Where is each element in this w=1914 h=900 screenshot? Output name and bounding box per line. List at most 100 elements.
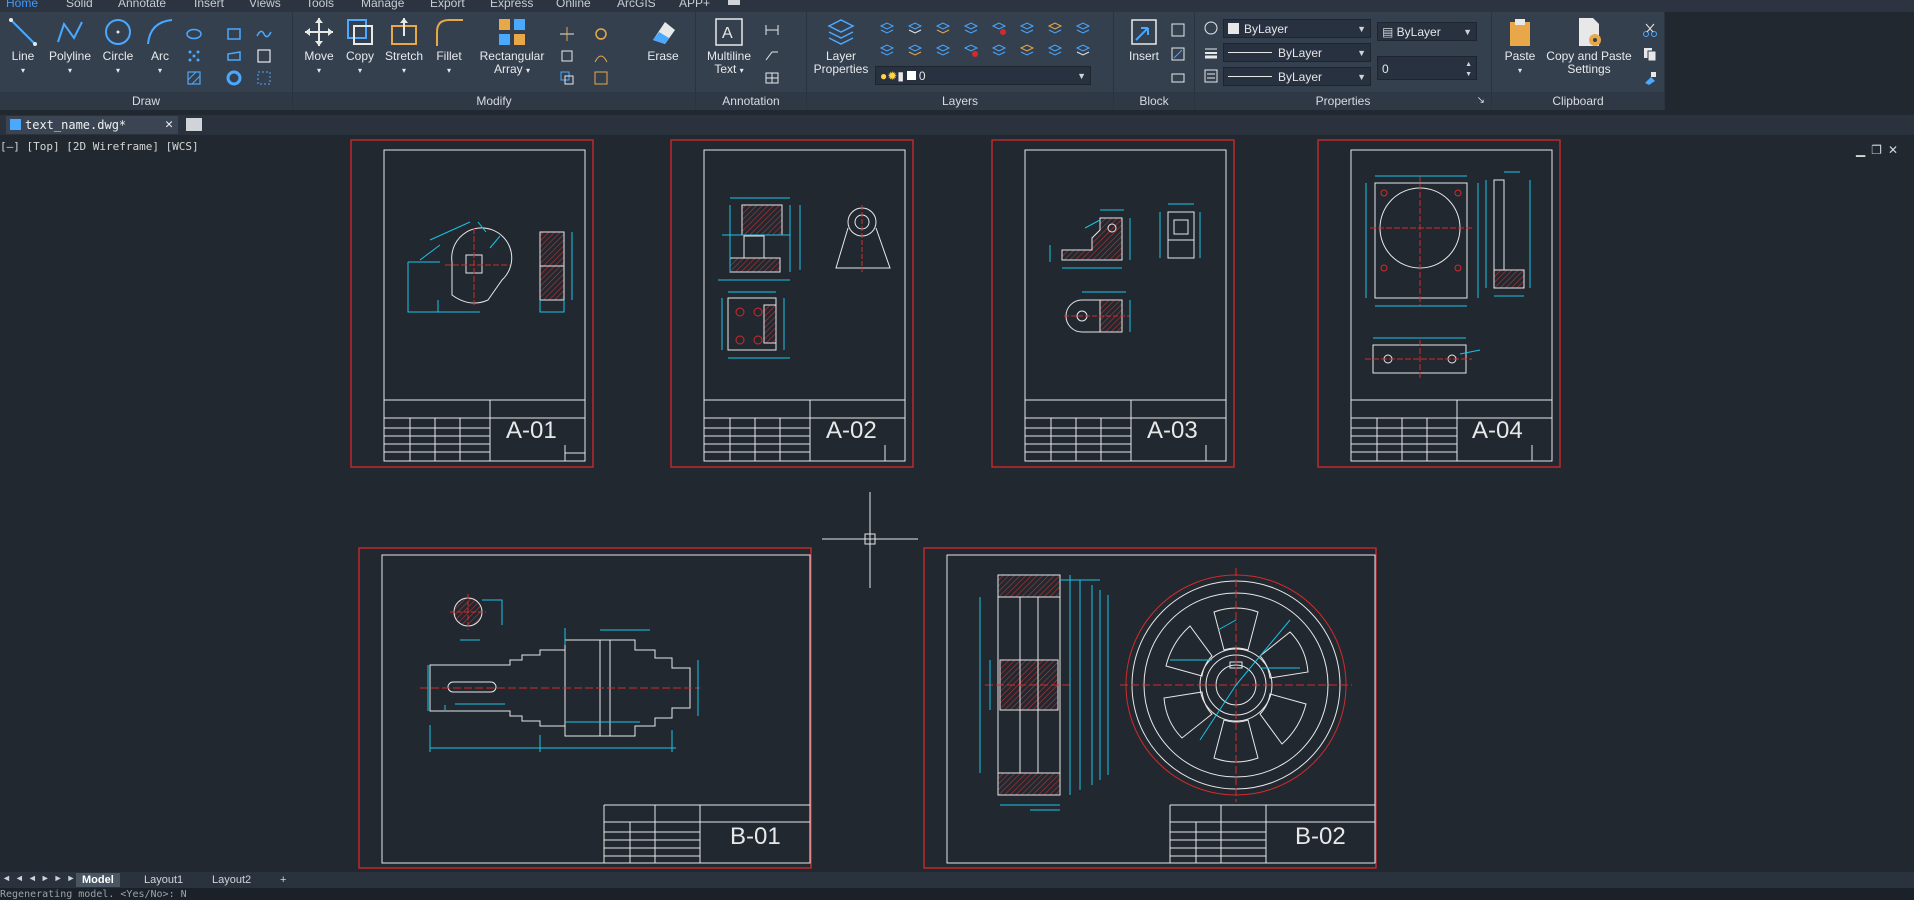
camera-icon[interactable] [728, 0, 740, 5]
layer-tool-icon[interactable] [1047, 42, 1063, 58]
layer-tool-icon[interactable] [1047, 20, 1063, 36]
tab-online[interactable]: Online [556, 0, 591, 10]
rectangle-icon[interactable] [226, 26, 242, 42]
panel-expand-icon[interactable]: ↘ [1477, 92, 1485, 110]
table-icon[interactable] [764, 70, 780, 86]
rectangular-array-button[interactable]: Rectangular Array ▾ [479, 16, 545, 77]
erase-button[interactable]: Erase [643, 16, 683, 63]
attribute-icon[interactable] [1170, 70, 1186, 86]
layer-tool-icon[interactable] [963, 20, 979, 36]
tab-arcgis[interactable]: ArcGIS [617, 0, 656, 10]
layer-tool-icon[interactable] [907, 20, 923, 36]
tab-express[interactable]: Express [490, 0, 533, 10]
lineweight-icon[interactable] [1203, 44, 1219, 60]
add-layout-button[interactable]: + [274, 873, 292, 887]
copy-paste-settings-button[interactable]: Copy and Paste Settings [1544, 16, 1634, 76]
viewport-controls-label[interactable]: [—] [Top] [2D Wireframe] [WCS] [0, 140, 199, 153]
match-brush-icon[interactable] [1642, 70, 1658, 86]
draw-panel-title: Draw [0, 92, 292, 110]
layer-tool-icon[interactable] [1075, 20, 1091, 36]
region-icon[interactable] [256, 48, 272, 64]
scale-icon[interactable] [593, 70, 609, 86]
new-tab-icon[interactable] [186, 118, 202, 131]
layer-dropdown[interactable]: ●✹▮ 0 ▼ [875, 66, 1091, 85]
explode-icon[interactable] [593, 26, 609, 42]
layout-nav-arrows[interactable]: ◄◄◄►►► [2, 873, 79, 883]
layer-tool-icon[interactable] [879, 42, 895, 58]
line-button[interactable]: Line ▾ [6, 16, 40, 77]
hatch-icon[interactable] [186, 70, 202, 86]
layer-tool-icon[interactable] [935, 20, 951, 36]
tab-home[interactable]: Home [6, 0, 38, 10]
sheet-a02[interactable]: A-02 [670, 139, 914, 468]
tab-tools[interactable]: Tools [306, 0, 334, 10]
edit-block-icon[interactable] [1170, 46, 1186, 62]
copy-clip-icon[interactable] [1642, 46, 1658, 62]
ellipse-icon[interactable] [186, 26, 202, 42]
layer-properties-button[interactable]: Layer Properties [813, 16, 869, 76]
command-line[interactable]: Regenerating model. <Yes/No>: N [0, 888, 1914, 900]
tab-manage[interactable]: Manage [361, 0, 404, 10]
transparency-input[interactable]: 0 ▲ ▼ [1377, 56, 1477, 80]
tab-layout2[interactable]: Layout2 [206, 873, 257, 887]
layer-tool-icon[interactable] [1019, 20, 1035, 36]
sheet-b02[interactable]: B-02 [923, 547, 1377, 869]
close-icon[interactable]: ✕ [1888, 143, 1904, 157]
close-tab-icon[interactable]: ✕ [165, 116, 173, 134]
plotstyle-dropdown[interactable]: ▤ ByLayer ▼ [1377, 22, 1477, 41]
layer-tool-icon[interactable] [935, 42, 951, 58]
layer-tool-icon[interactable] [1019, 42, 1035, 58]
leader-icon[interactable] [764, 46, 780, 62]
tab-export[interactable]: Export [430, 0, 465, 10]
dimension-icon[interactable] [764, 22, 780, 38]
sheet-a04[interactable]: A-04 [1317, 139, 1561, 468]
paste-button[interactable]: Paste ▾ [1500, 16, 1540, 77]
mirror-icon[interactable] [559, 70, 575, 86]
sheet-a01[interactable]: A-01 [350, 139, 594, 468]
cut-icon[interactable] [1642, 22, 1658, 38]
spline-icon[interactable] [256, 26, 272, 42]
tab-views[interactable]: Views [249, 0, 281, 10]
minimize-icon[interactable]: ▁ [1856, 143, 1871, 157]
offset-icon[interactable] [593, 48, 609, 64]
layer-tool-icon[interactable] [907, 42, 923, 58]
tab-solid[interactable]: Solid [66, 0, 93, 10]
insert-block-button[interactable]: Insert [1124, 16, 1164, 63]
circle-button[interactable]: Circle ▾ [100, 16, 136, 77]
tab-annotate[interactable]: Annotate [118, 0, 166, 10]
layer-tool-icon[interactable] [991, 20, 1007, 36]
tab-model[interactable]: Model [76, 873, 120, 887]
donut-icon[interactable] [226, 70, 242, 86]
multiline-text-button[interactable]: A Multiline Text ▾ [704, 16, 754, 77]
revcloud-icon[interactable] [226, 48, 242, 64]
layer-tool-icon[interactable] [1075, 42, 1091, 58]
trim-icon[interactable] [559, 26, 575, 42]
copy-button[interactable]: Copy ▾ [343, 16, 377, 77]
sheet-b01[interactable]: B-01 [358, 547, 812, 869]
arc-button[interactable]: Arc ▾ [142, 16, 178, 77]
list-icon[interactable] [1203, 68, 1219, 84]
layer-tool-icon[interactable] [991, 42, 1007, 58]
tab-layout1[interactable]: Layout1 [138, 873, 189, 887]
create-block-icon[interactable] [1170, 22, 1186, 38]
lineweight-dropdown[interactable]: ByLayer ▼ [1223, 67, 1371, 86]
rotate-icon[interactable] [559, 48, 575, 64]
sheet-a03[interactable]: A-03 [991, 139, 1235, 468]
move-button[interactable]: Move ▾ [301, 16, 337, 77]
color-dropdown[interactable]: ByLayer ▼ [1223, 19, 1371, 38]
layer-tool-icon[interactable] [879, 20, 895, 36]
drawing-viewport[interactable]: A-01 A-02 A-03 A-04 B-01 B-02 [0, 135, 1914, 872]
restore-icon[interactable]: ❐ [1871, 143, 1888, 157]
file-tab[interactable]: text_name.dwg* ✕ [6, 116, 178, 134]
linetype-dropdown[interactable]: ByLayer ▼ [1223, 43, 1371, 62]
fillet-button[interactable]: Fillet ▾ [431, 16, 467, 77]
stretch-button[interactable]: Stretch ▾ [383, 16, 425, 77]
tab-app-plus[interactable]: APP+ [679, 0, 710, 10]
polyline-button[interactable]: Polyline ▾ [46, 16, 94, 77]
tab-insert[interactable]: Insert [194, 0, 224, 10]
sheet-label: A-04 [1472, 417, 1523, 444]
boundary-icon[interactable] [256, 70, 272, 86]
layer-tool-icon[interactable] [963, 42, 979, 58]
point-icon[interactable] [186, 48, 202, 64]
match-properties-icon[interactable] [1203, 20, 1219, 36]
